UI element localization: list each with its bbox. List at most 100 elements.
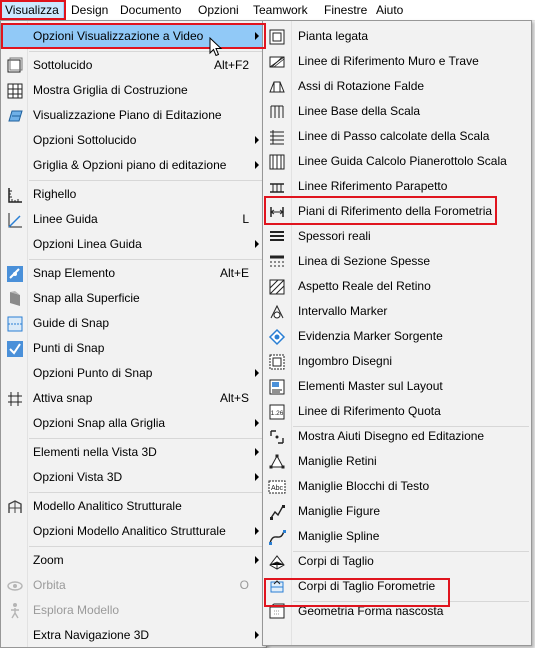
menu-item-label: Corpi di Taglio bbox=[298, 554, 374, 568]
submenu-arrow-icon bbox=[255, 240, 259, 248]
menu-opzioni[interactable]: Opzioni bbox=[194, 0, 243, 20]
dimension-reference-icon: 1.26 bbox=[268, 403, 286, 421]
menu-item-label: Linee Base della Scala bbox=[298, 104, 421, 118]
menu-item-opzioni-modello-analitico-strutturale[interactable]: Opzioni Modello Analitico Strutturale bbox=[2, 519, 265, 544]
submenu-arrow-icon bbox=[255, 473, 259, 481]
menu-item-snap-alla-superficie[interactable]: Snap alla Superficie bbox=[2, 286, 265, 311]
submenu-item-linee-guida-calcolo-pianerottolo-scala[interactable]: Linee Guida Calcolo Pianerottolo Scala bbox=[264, 149, 530, 174]
submenu-item-assi-di-rotazione-falde[interactable]: Assi di Rotazione Falde bbox=[264, 74, 530, 99]
display-options-submenu: Pianta legata Linee di Riferimento Muro e… bbox=[262, 20, 532, 646]
menu-item-label: Pianta legata bbox=[298, 29, 369, 43]
menu-item-linee-guida[interactable]: Linee Guida L bbox=[2, 207, 265, 232]
roof-pivot-icon bbox=[268, 78, 286, 96]
menu-item-modello-analitico-strutturale[interactable]: Modello Analitico Strutturale bbox=[2, 494, 265, 519]
menu-item-sottolucido[interactable]: Sottolucido Alt+F2 bbox=[2, 53, 265, 78]
menu-teamwork[interactable]: Teamwork bbox=[249, 0, 312, 20]
master-layout-icon bbox=[268, 378, 286, 396]
menu-item-righello[interactable]: Righello bbox=[2, 182, 265, 207]
menu-item-label: Linee Guida Calcolo Pianerottolo Scala bbox=[298, 154, 507, 168]
snap-points-icon bbox=[6, 340, 24, 358]
structural-model-icon bbox=[6, 498, 24, 516]
submenu-item-corpi-di-taglio-forometrie[interactable]: Corpi di Taglio Forometrie bbox=[264, 574, 530, 599]
menu-item-attiva-snap[interactable]: Attiva snap Alt+S bbox=[2, 386, 265, 411]
editing-plane-icon bbox=[6, 107, 24, 125]
submenu-arrow-icon bbox=[255, 32, 259, 40]
figure-handles-icon bbox=[268, 503, 286, 521]
menu-documento[interactable]: Documento bbox=[116, 0, 185, 20]
submenu-item-linee-riferimento-parapetto[interactable]: Linee Riferimento Parapetto bbox=[264, 174, 530, 199]
menu-item-opzioni-visualizzazione-a-video[interactable]: Opzioni Visualizzazione a Video bbox=[2, 24, 265, 49]
submenu-item-corpi-di-taglio[interactable]: Corpi di Taglio bbox=[264, 549, 530, 574]
menu-item-label: Piani di Riferimento della Forometria bbox=[298, 204, 493, 218]
menu-item-snap-elemento[interactable]: Snap Elemento Alt+E bbox=[2, 261, 265, 286]
submenu-item-ingombro-disegni[interactable]: Ingombro Disegni bbox=[264, 349, 530, 374]
shortcut-label: O bbox=[239, 578, 249, 592]
opening-reference-plane-icon bbox=[268, 203, 286, 221]
submenu-item-maniglie-blocchi-di-testo[interactable]: Abc Maniglie Blocchi di Testo bbox=[264, 474, 530, 499]
menu-item-visualizzazione-piano-di-editazione[interactable]: Visualizzazione Piano di Editazione bbox=[2, 103, 265, 128]
menu-separator bbox=[29, 259, 264, 260]
menu-item-extra-navigazione-3d[interactable]: Extra Navigazione 3D bbox=[2, 623, 265, 648]
submenu-item-maniglie-figure[interactable]: Maniglie Figure bbox=[264, 499, 530, 524]
menu-item-label: Maniglie Figure bbox=[298, 504, 381, 518]
submenu-item-linee-base-della-scala[interactable]: Linee Base della Scala bbox=[264, 99, 530, 124]
menu-item-guide-di-snap[interactable]: Guide di Snap bbox=[2, 311, 265, 336]
menu-item-label: Corpi di Taglio Forometrie bbox=[298, 579, 436, 593]
view-dropdown-menu: Opzioni Visualizzazione a Video Sottoluci… bbox=[0, 20, 267, 648]
menu-item-label: Mostra Aiuti Disegno ed Editazione bbox=[298, 429, 485, 443]
submenu-item-evidenzia-marker-sorgente[interactable]: Evidenzia Marker Sorgente bbox=[264, 324, 530, 349]
menu-item-griglia-opzioni-piano-di-editazione[interactable]: Griglia & Opzioni piano di editazione bbox=[2, 153, 265, 178]
submenu-item-mostra-aiuti-disegno-ed-editazione[interactable]: Mostra Aiuti Disegno ed Editazione bbox=[264, 424, 530, 449]
menu-finestre[interactable]: Finestre bbox=[320, 0, 371, 20]
menu-item-label: Linee di Passo calcolate della Scala bbox=[298, 129, 490, 143]
menu-item-punti-di-snap[interactable]: Punti di Snap bbox=[2, 336, 265, 361]
menu-item-label: Griglia & Opzioni piano di editazione bbox=[33, 158, 227, 172]
menu-aiuto[interactable]: Aiuto bbox=[372, 0, 407, 20]
submenu-arrow-icon bbox=[255, 369, 259, 377]
menu-item-label: Punti di Snap bbox=[33, 341, 105, 355]
menu-item-label: Linee di Riferimento Muro e Trave bbox=[298, 54, 479, 68]
submenu-arrow-icon bbox=[255, 136, 259, 144]
stair-baseline-icon bbox=[268, 103, 286, 121]
submenu-arrow-icon bbox=[255, 527, 259, 535]
submenu-item-elementi-master-sul-layout[interactable]: Elementi Master sul Layout bbox=[264, 374, 530, 399]
submenu-arrow-icon bbox=[255, 419, 259, 427]
menu-separator bbox=[29, 51, 264, 52]
menu-item-label: Elementi Master sul Layout bbox=[298, 379, 443, 393]
submenu-item-spessori-reali[interactable]: Spessori reali bbox=[264, 224, 530, 249]
menu-item-label: Linee Riferimento Parapetto bbox=[298, 179, 448, 193]
menu-item-mostra-griglia-di-costruzione[interactable]: Mostra Griglia di Costruzione bbox=[2, 78, 265, 103]
menu-item-label: Opzioni Sottolucido bbox=[33, 133, 137, 147]
submenu-item-piani-di-riferimento-della-forometria[interactable]: Piani di Riferimento della Forometria bbox=[264, 199, 530, 224]
menu-item-zoom[interactable]: Zoom bbox=[2, 548, 265, 573]
shortcut-label: Alt+S bbox=[219, 391, 249, 405]
submenu-item-maniglie-retini[interactable]: Maniglie Retini bbox=[264, 449, 530, 474]
fill-vectorial-icon bbox=[268, 278, 286, 296]
snap-guides-icon bbox=[6, 315, 24, 333]
menu-item-label: Maniglie Spline bbox=[298, 529, 380, 543]
submenu-item-aspetto-reale-del-retino[interactable]: Aspetto Reale del Retino bbox=[264, 274, 530, 299]
menu-item-opzioni-snap-alla-griglia[interactable]: Opzioni Snap alla Griglia bbox=[2, 411, 265, 436]
menu-item-opzioni-linea-guida[interactable]: Opzioni Linea Guida bbox=[2, 232, 265, 257]
menu-item-label: Intervallo Marker bbox=[298, 304, 388, 318]
menu-separator bbox=[29, 492, 264, 493]
menu-item-opzioni-sottolucido[interactable]: Opzioni Sottolucido bbox=[2, 128, 265, 153]
menu-item-label: Ingombro Disegni bbox=[298, 354, 393, 368]
menu-design[interactable]: Design bbox=[67, 0, 112, 20]
svg-text:Abc: Abc bbox=[271, 485, 284, 492]
menu-item-label: Visualizzazione Piano di Editazione bbox=[33, 108, 222, 122]
submenu-item-intervallo-marker[interactable]: Intervallo Marker bbox=[264, 299, 530, 324]
submenu-item-pianta-legata[interactable]: Pianta legata bbox=[264, 24, 530, 49]
submenu-item-linee-di-riferimento-quota[interactable]: 1.26 Linee di Riferimento Quota bbox=[264, 399, 530, 424]
menu-item-opzioni-punto-di-snap[interactable]: Opzioni Punto di Snap bbox=[2, 361, 265, 386]
menu-item-label: Snap Elemento bbox=[33, 266, 116, 280]
submenu-item-linee-di-passo-calcolate-della-scala[interactable]: Linee di Passo calcolate della Scala bbox=[264, 124, 530, 149]
submenu-item-geometria-forma-nascosta[interactable]: Geometria Forma nascosta bbox=[264, 599, 530, 624]
menu-visualizza[interactable]: Visualizza bbox=[0, 0, 64, 20]
submenu-item-linee-di-riferimento-muro-e-trave[interactable]: Linee di Riferimento Muro e Trave bbox=[264, 49, 530, 74]
menu-item-elementi-nella-vista-3d[interactable]: Elementi nella Vista 3D bbox=[2, 440, 265, 465]
fill-handles-icon bbox=[268, 453, 286, 471]
menu-item-opzioni-vista-3d[interactable]: Opzioni Vista 3D bbox=[2, 465, 265, 490]
submenu-item-maniglie-spline[interactable]: Maniglie Spline bbox=[264, 524, 530, 549]
submenu-item-linea-di-sezione-spesse[interactable]: Linea di Sezione Spesse bbox=[264, 249, 530, 274]
